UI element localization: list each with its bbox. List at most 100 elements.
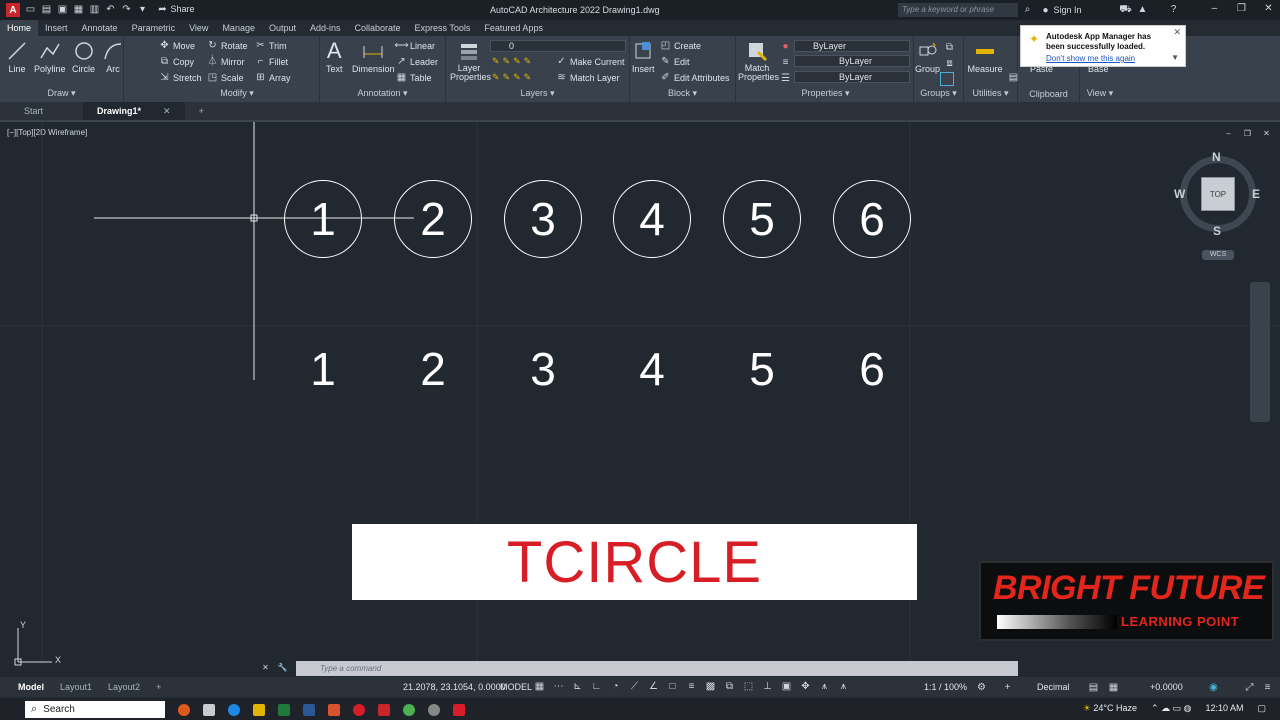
excel-icon[interactable]: [278, 703, 290, 716]
screen-recorder-icon[interactable]: [353, 703, 365, 716]
chrome-icon[interactable]: [403, 703, 415, 716]
autocad-taskbar-icon[interactable]: [378, 703, 390, 716]
plain-text-3[interactable]: 3: [504, 346, 582, 392]
tray-icons[interactable]: ⌃ ☁ ▭ ◍: [1151, 703, 1191, 714]
circle-text-6[interactable]: 6: [833, 196, 911, 242]
table-button[interactable]: ▦ Table: [396, 72, 432, 83]
compass-south[interactable]: S: [1213, 224, 1221, 238]
transparency-icon[interactable]: ▩: [705, 681, 716, 692]
edit-attributes-button[interactable]: ✐ Edit Attributes: [660, 72, 729, 83]
new-tab-plus-icon[interactable]: +: [185, 102, 218, 120]
polyline-button[interactable]: Polyline: [34, 40, 66, 74]
lineweight-toggle-icon[interactable]: ≡: [686, 681, 697, 692]
view-panel-title[interactable]: View ▾: [1080, 88, 1120, 99]
annotation-visibility-icon[interactable]: ⩚: [819, 681, 830, 692]
layers-panel-title[interactable]: Layers ▾: [446, 88, 629, 99]
linear-button[interactable]: ⟷ Linear: [394, 40, 435, 51]
plain-text-4[interactable]: 4: [613, 346, 691, 392]
leader-button[interactable]: ↗ Leader: [396, 56, 438, 67]
tab-express-tools[interactable]: Express Tools: [408, 20, 478, 36]
tab-insert[interactable]: Insert: [38, 20, 75, 36]
layer-state-icons[interactable]: ✎✎✎✎: [492, 72, 534, 83]
fullscreen-icon[interactable]: ⤢: [1244, 682, 1255, 693]
help-icon[interactable]: ?: [1168, 4, 1179, 15]
video-editor-icon[interactable]: [453, 703, 465, 716]
customize-menu-icon[interactable]: ≡: [1262, 682, 1273, 693]
line-button[interactable]: Line: [6, 40, 28, 74]
circle-text-5[interactable]: 5: [723, 196, 801, 242]
restore-icon[interactable]: ❐: [1236, 3, 1247, 14]
drawing-viewport[interactable]: [−][Top][2D Wireframe] – ❐ ✕ 1 2 3 4 5 6…: [0, 120, 1280, 666]
match-properties-button[interactable]: Match Properties: [738, 40, 779, 82]
cortana-icon[interactable]: [178, 703, 190, 716]
fillet-button[interactable]: ⌐ Fillet: [255, 56, 288, 67]
compass-north[interactable]: N: [1212, 150, 1221, 164]
close-icon[interactable]: ✕: [1263, 3, 1274, 14]
dimension-button[interactable]: Dimension: [352, 40, 395, 74]
file-explorer-icon[interactable]: [253, 703, 265, 716]
osnap-tracking-icon[interactable]: ∠: [648, 681, 659, 692]
modify-panel-title[interactable]: Modify ▾: [155, 88, 319, 99]
tab-view[interactable]: View: [182, 20, 215, 36]
compass-east[interactable]: E: [1252, 187, 1260, 201]
trim-button[interactable]: ✂ Trim: [255, 40, 286, 51]
stretch-button[interactable]: ⇲ Stretch: [159, 72, 201, 83]
tab-collaborate[interactable]: Collaborate: [348, 20, 408, 36]
viewcube[interactable]: TOP N S E W WCS: [1174, 150, 1260, 260]
cursor-coordinates[interactable]: 21.2078, 23.1054, 0.0000: [403, 682, 506, 692]
viewcube-top-face[interactable]: TOP: [1201, 177, 1235, 211]
units-display[interactable]: Decimal: [1037, 682, 1070, 692]
notification-close-icon[interactable]: ✕: [1173, 27, 1181, 38]
isolate-objects-icon[interactable]: ◉: [1208, 682, 1219, 693]
grid-icon[interactable]: ▦: [534, 681, 545, 692]
block-panel-title[interactable]: Block ▾: [630, 88, 735, 99]
dont-show-again-link[interactable]: Don't show me this again: [1046, 54, 1135, 63]
draw-panel-title[interactable]: Draw ▾: [0, 88, 123, 99]
tab-model[interactable]: Model: [10, 682, 52, 692]
tab-featured-apps[interactable]: Featured Apps: [477, 20, 550, 36]
tab-manage[interactable]: Manage: [215, 20, 262, 36]
ungroup-icon[interactable]: ⧉: [944, 42, 955, 53]
model-space-button[interactable]: MODEL: [500, 682, 532, 692]
edit-block-button[interactable]: ✎ Edit: [660, 56, 689, 67]
open-folder-icon[interactable]: ▤: [41, 5, 52, 16]
linetype-dropdown[interactable]: ByLayer: [794, 55, 910, 67]
app-icon[interactable]: [428, 703, 440, 716]
notifications-icon[interactable]: ▢: [1257, 703, 1266, 714]
isodraft-icon[interactable]: ⟋: [629, 681, 640, 692]
weather-widget[interactable]: ☀ 24°C Haze: [1083, 703, 1137, 714]
properties-panel-title[interactable]: Properties ▾: [738, 88, 913, 99]
snap-icon[interactable]: ⋯: [553, 681, 564, 692]
tab-parametric[interactable]: Parametric: [125, 20, 183, 36]
annotation-monitor-icon[interactable]: +: [1002, 682, 1013, 693]
annotation-scale[interactable]: 1:1 / 100%: [924, 682, 967, 692]
word-icon[interactable]: [303, 703, 315, 716]
array-button[interactable]: ⊞ Array: [255, 72, 290, 83]
layer-dropdown[interactable]: 0: [490, 40, 626, 52]
color-dropdown[interactable]: ByLayer: [794, 40, 910, 52]
osnap-icon[interactable]: □: [667, 681, 678, 692]
auto-scale-icon[interactable]: ⩚: [838, 681, 849, 692]
tab-start[interactable]: Start: [0, 102, 83, 120]
cart-icon[interactable]: ⛟: [1119, 4, 1132, 15]
lock-ui-icon[interactable]: ▦: [1108, 682, 1119, 693]
measure-button[interactable]: Measure: [966, 40, 1004, 74]
move-button[interactable]: ✥ Move: [159, 40, 195, 51]
edge-icon[interactable]: [228, 703, 240, 716]
circle-text-4[interactable]: 4: [613, 196, 691, 242]
layer-properties-button[interactable]: Layer Properties: [450, 40, 491, 82]
tab-close-icon[interactable]: ✕: [163, 106, 171, 116]
tab-annotate[interactable]: Annotate: [75, 20, 125, 36]
command-input[interactable]: Type a command: [296, 661, 1018, 676]
compass-west[interactable]: W: [1174, 187, 1185, 201]
sign-in-button[interactable]: ● Sign In: [1040, 5, 1081, 17]
print-icon[interactable]: ▥: [89, 5, 100, 16]
circle-text-2[interactable]: 2: [394, 196, 472, 242]
plain-text-1[interactable]: 1: [284, 346, 362, 392]
help-search-input[interactable]: Type a keyword or phrase: [898, 3, 1018, 17]
autocad-logo-icon[interactable]: A: [6, 3, 20, 17]
lineweight-dropdown[interactable]: ByLayer: [794, 71, 910, 83]
notification-expand-icon[interactable]: ▼: [1171, 53, 1179, 62]
command-settings-icon[interactable]: 🔧: [277, 662, 288, 673]
scale-button[interactable]: ◳ Scale: [207, 72, 244, 83]
